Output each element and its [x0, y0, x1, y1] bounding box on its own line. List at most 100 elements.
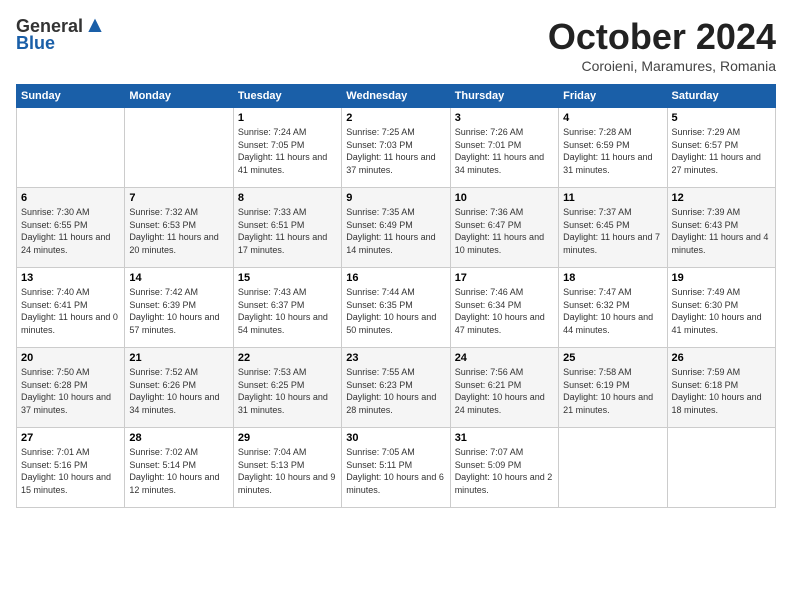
calendar-cell: 14 Sunrise: 7:42 AM Sunset: 6:39 PM Dayli… [125, 268, 233, 348]
calendar-cell: 10 Sunrise: 7:36 AM Sunset: 6:47 PM Dayli… [450, 188, 558, 268]
calendar-cell: 3Sunrise: 7:26 AM Sunset: 7:01 PM Daylig… [450, 108, 558, 188]
day-number: 13 [21, 272, 120, 284]
calendar-cell: 19 Sunrise: 7:49 AM Sunset: 6:30 PM Dayli… [667, 268, 775, 348]
day-info: Sunrise: 7:26 AM Sunset: 7:01 PM Dayligh… [455, 126, 554, 176]
logo: General Blue [16, 16, 105, 54]
day-number: 7 [129, 192, 228, 204]
day-info: Sunrise: 7:43 AM Sunset: 6:37 PM Dayligh… [238, 286, 337, 336]
calendar-cell: 23 Sunrise: 7:55 AM Sunset: 6:23 PM Dayli… [342, 348, 450, 428]
week-row-1: 1 Sunrise: 7:24 AM Sunset: 7:05 PM Daylig… [17, 108, 776, 188]
day-number: 28 [129, 432, 228, 444]
day-number: 16 [346, 272, 445, 284]
day-number: 4 [563, 112, 662, 124]
calendar-cell [125, 108, 233, 188]
day-info: Sunrise: 7:05 AM Sunset: 5:11 PM Dayligh… [346, 446, 445, 496]
day-number: 9 [346, 192, 445, 204]
calendar-cell: 16 Sunrise: 7:44 AM Sunset: 6:35 PM Dayli… [342, 268, 450, 348]
calendar-cell: 9Sunrise: 7:35 AM Sunset: 6:49 PM Daylig… [342, 188, 450, 268]
day-number: 20 [21, 352, 120, 364]
day-number: 21 [129, 352, 228, 364]
day-info: Sunrise: 7:49 AM Sunset: 6:30 PM Dayligh… [672, 286, 771, 336]
calendar-cell: 20 Sunrise: 7:50 AM Sunset: 6:28 PM Dayli… [17, 348, 125, 428]
calendar-cell: 30 Sunrise: 7:05 AM Sunset: 5:11 PM Dayli… [342, 428, 450, 508]
weekday-header-wednesday: Wednesday [342, 85, 450, 108]
logo-blue: Blue [16, 33, 55, 54]
day-info: Sunrise: 7:53 AM Sunset: 6:25 PM Dayligh… [238, 366, 337, 416]
week-row-5: 27Sunrise: 7:01 AM Sunset: 5:16 PM Dayli… [17, 428, 776, 508]
calendar-cell: 18 Sunrise: 7:47 AM Sunset: 6:32 PM Dayli… [559, 268, 667, 348]
calendar-cell [559, 428, 667, 508]
day-number: 30 [346, 432, 445, 444]
day-info: Sunrise: 7:47 AM Sunset: 6:32 PM Dayligh… [563, 286, 662, 336]
day-info: Sunrise: 7:36 AM Sunset: 6:47 PM Dayligh… [455, 206, 554, 256]
day-info: Sunrise: 7:55 AM Sunset: 6:23 PM Dayligh… [346, 366, 445, 416]
day-number: 14 [129, 272, 228, 284]
day-number: 8 [238, 192, 337, 204]
day-info: Sunrise: 7:58 AM Sunset: 6:19 PM Dayligh… [563, 366, 662, 416]
calendar-cell: 11 Sunrise: 7:37 AM Sunset: 6:45 PM Dayli… [559, 188, 667, 268]
day-info: Sunrise: 7:32 AM Sunset: 6:53 PM Dayligh… [129, 206, 228, 256]
calendar-cell: 7 Sunrise: 7:32 AM Sunset: 6:53 PM Daylig… [125, 188, 233, 268]
day-number: 22 [238, 352, 337, 364]
calendar-cell: 13 Sunrise: 7:40 AM Sunset: 6:41 PM Dayli… [17, 268, 125, 348]
day-info: Sunrise: 7:56 AM Sunset: 6:21 PM Dayligh… [455, 366, 554, 416]
calendar-cell [667, 428, 775, 508]
calendar-cell: 24 Sunrise: 7:56 AM Sunset: 6:21 PM Dayli… [450, 348, 558, 428]
calendar-cell: 31 Sunrise: 7:07 AM Sunset: 5:09 PM Dayli… [450, 428, 558, 508]
day-info: Sunrise: 7:40 AM Sunset: 6:41 PM Dayligh… [21, 286, 120, 336]
calendar-cell [17, 108, 125, 188]
calendar-cell: 4 Sunrise: 7:28 AM Sunset: 6:59 PM Daylig… [559, 108, 667, 188]
day-number: 31 [455, 432, 554, 444]
location-subtitle: Coroieni, Maramures, Romania [548, 58, 776, 74]
day-number: 24 [455, 352, 554, 364]
day-info: Sunrise: 7:37 AM Sunset: 6:45 PM Dayligh… [563, 206, 662, 256]
day-info: Sunrise: 7:28 AM Sunset: 6:59 PM Dayligh… [563, 126, 662, 176]
day-info: Sunrise: 7:42 AM Sunset: 6:39 PM Dayligh… [129, 286, 228, 336]
day-info: Sunrise: 7:07 AM Sunset: 5:09 PM Dayligh… [455, 446, 554, 496]
day-number: 26 [672, 352, 771, 364]
day-number: 23 [346, 352, 445, 364]
day-number: 18 [563, 272, 662, 284]
calendar-cell: 21 Sunrise: 7:52 AM Sunset: 6:26 PM Dayli… [125, 348, 233, 428]
calendar-table: SundayMondayTuesdayWednesdayThursdayFrid… [16, 84, 776, 508]
day-info: Sunrise: 7:52 AM Sunset: 6:26 PM Dayligh… [129, 366, 228, 416]
day-number: 29 [238, 432, 337, 444]
calendar-cell: 28Sunrise: 7:02 AM Sunset: 5:14 PM Dayli… [125, 428, 233, 508]
weekday-header-sunday: Sunday [17, 85, 125, 108]
month-title: October 2024 [548, 16, 776, 58]
calendar-cell: 27Sunrise: 7:01 AM Sunset: 5:16 PM Dayli… [17, 428, 125, 508]
day-number: 5 [672, 112, 771, 124]
calendar-cell: 12Sunrise: 7:39 AM Sunset: 6:43 PM Dayli… [667, 188, 775, 268]
day-info: Sunrise: 7:04 AM Sunset: 5:13 PM Dayligh… [238, 446, 337, 496]
weekday-header-tuesday: Tuesday [233, 85, 341, 108]
day-number: 11 [563, 192, 662, 204]
page-header: General Blue October 2024 Coroieni, Mara… [16, 16, 776, 74]
day-number: 19 [672, 272, 771, 284]
day-number: 2 [346, 112, 445, 124]
calendar-cell: 17Sunrise: 7:46 AM Sunset: 6:34 PM Dayli… [450, 268, 558, 348]
day-info: Sunrise: 7:33 AM Sunset: 6:51 PM Dayligh… [238, 206, 337, 256]
calendar-cell: 2 Sunrise: 7:25 AM Sunset: 7:03 PM Daylig… [342, 108, 450, 188]
week-row-3: 13 Sunrise: 7:40 AM Sunset: 6:41 PM Dayli… [17, 268, 776, 348]
logo-icon [85, 17, 105, 37]
calendar-cell: 29 Sunrise: 7:04 AM Sunset: 5:13 PM Dayli… [233, 428, 341, 508]
calendar-cell: 6Sunrise: 7:30 AM Sunset: 6:55 PM Daylig… [17, 188, 125, 268]
calendar-cell: 15Sunrise: 7:43 AM Sunset: 6:37 PM Dayli… [233, 268, 341, 348]
day-info: Sunrise: 7:29 AM Sunset: 6:57 PM Dayligh… [672, 126, 771, 176]
day-info: Sunrise: 7:25 AM Sunset: 7:03 PM Dayligh… [346, 126, 445, 176]
weekday-header-saturday: Saturday [667, 85, 775, 108]
week-row-2: 6Sunrise: 7:30 AM Sunset: 6:55 PM Daylig… [17, 188, 776, 268]
calendar-cell: 22 Sunrise: 7:53 AM Sunset: 6:25 PM Dayli… [233, 348, 341, 428]
day-info: Sunrise: 7:44 AM Sunset: 6:35 PM Dayligh… [346, 286, 445, 336]
day-number: 10 [455, 192, 554, 204]
day-info: Sunrise: 7:30 AM Sunset: 6:55 PM Dayligh… [21, 206, 120, 256]
calendar-cell: 1 Sunrise: 7:24 AM Sunset: 7:05 PM Daylig… [233, 108, 341, 188]
day-number: 1 [238, 112, 337, 124]
calendar-cell: 26 Sunrise: 7:59 AM Sunset: 6:18 PM Dayli… [667, 348, 775, 428]
day-info: Sunrise: 7:50 AM Sunset: 6:28 PM Dayligh… [21, 366, 120, 416]
day-number: 27 [21, 432, 120, 444]
day-info: Sunrise: 7:24 AM Sunset: 7:05 PM Dayligh… [238, 126, 337, 176]
day-number: 17 [455, 272, 554, 284]
week-row-4: 20 Sunrise: 7:50 AM Sunset: 6:28 PM Dayli… [17, 348, 776, 428]
day-info: Sunrise: 7:59 AM Sunset: 6:18 PM Dayligh… [672, 366, 771, 416]
